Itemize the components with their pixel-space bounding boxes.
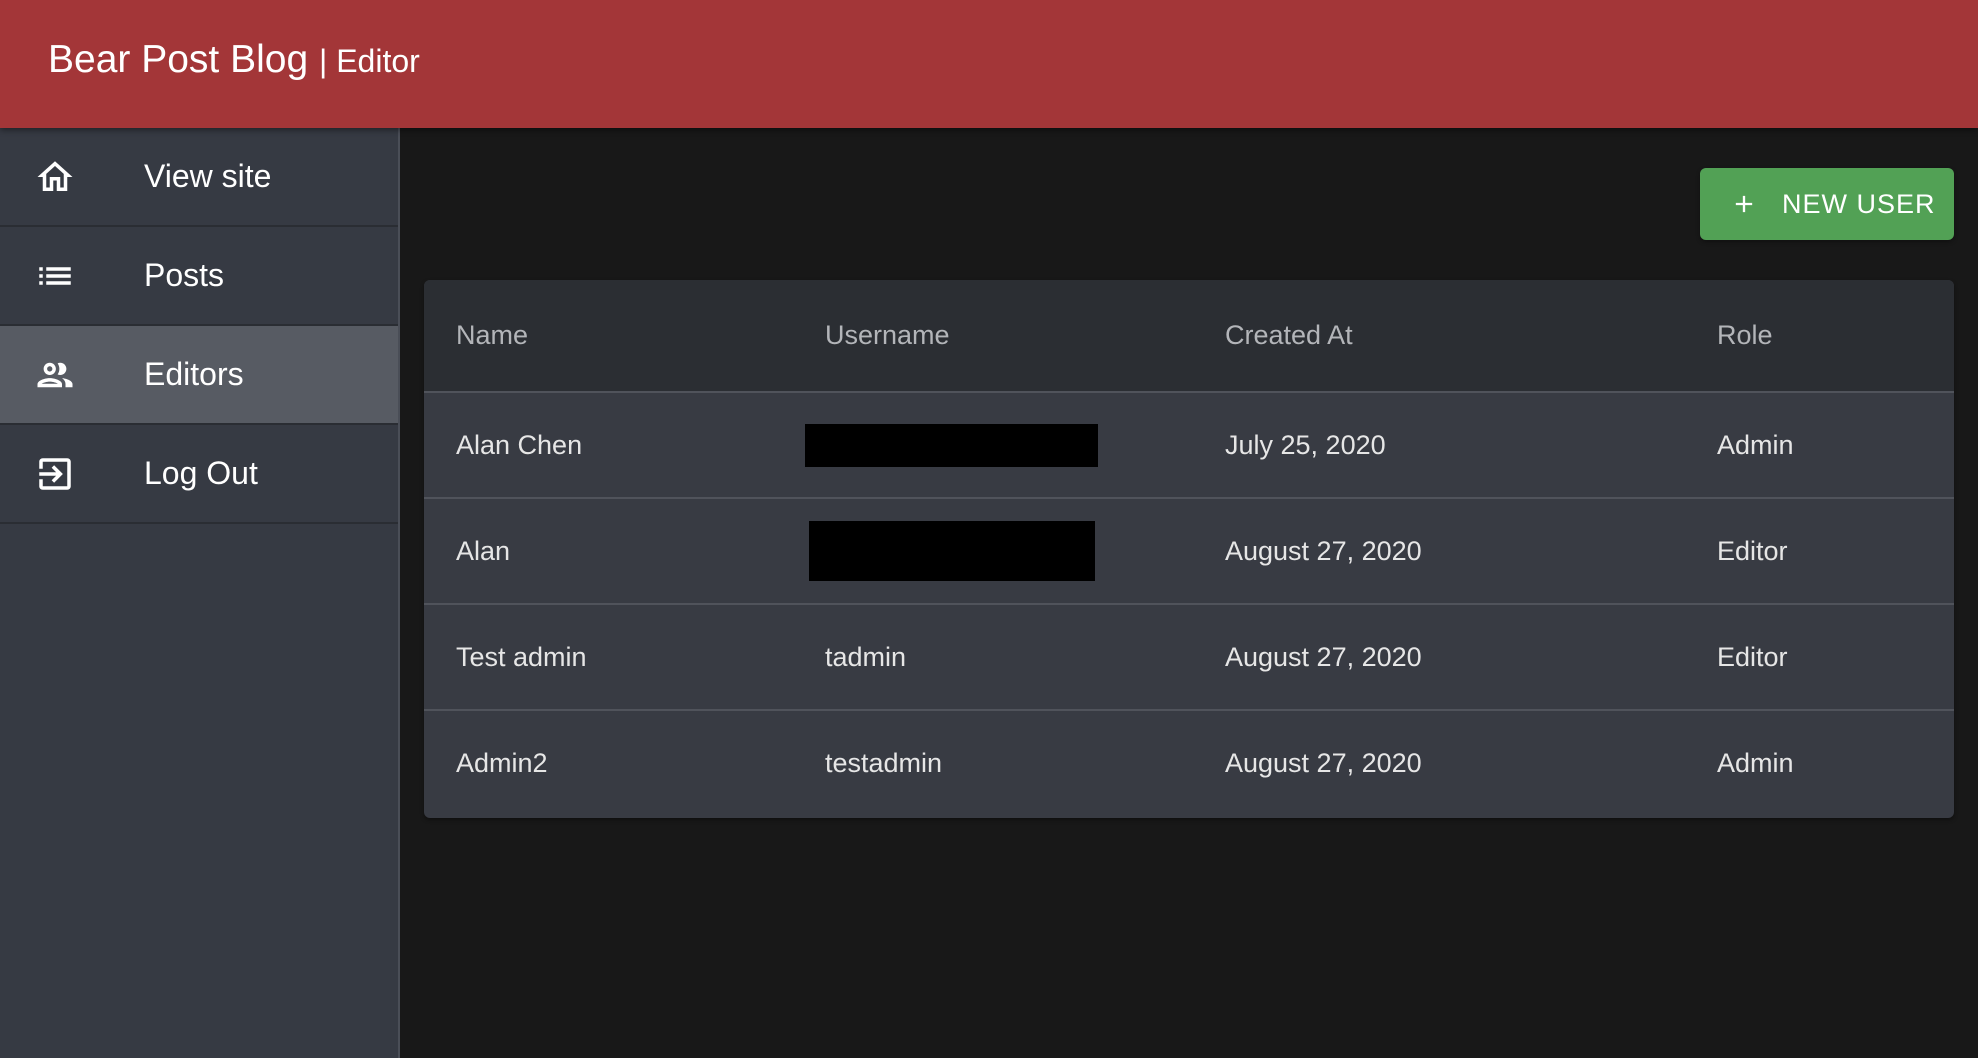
cell-created-at: August 27, 2020 [1225,535,1422,566]
new-user-button[interactable]: NEW USER [1700,168,1954,240]
table-row[interactable]: Test admin tadmin August 27, 2020 Editor [424,604,1954,710]
redaction-box [809,521,1095,581]
cell-name: Alan [456,535,511,566]
logout-icon [34,453,76,495]
cell-role: Editor [1717,641,1788,672]
column-header-role[interactable]: Role [1717,280,1954,392]
app-subtitle: | Editor [319,43,420,79]
column-header-username[interactable]: Username [825,280,1225,392]
table-row[interactable]: Admin2 testadmin August 27, 2020 Admin [424,710,1954,816]
cell-created-at: August 27, 2020 [1225,748,1422,778]
sidebar-item-posts[interactable]: Posts [0,227,398,326]
table-row[interactable]: Alan August 27, 2020 Editor [424,498,1954,604]
cell-role: Admin [1717,429,1794,460]
app-title[interactable]: Bear Post Blog [48,38,308,81]
list-icon [34,255,76,297]
cell-name: Alan Chen [456,429,583,460]
users-table: Name Username Created At Role Alan Chen … [424,280,1954,818]
sidebar-item-log-out[interactable]: Log Out [0,425,398,524]
cell-name: Admin2 [456,748,548,778]
home-icon [34,156,76,198]
cell-created-at: August 27, 2020 [1225,641,1422,672]
cell-role: Admin [1717,748,1794,778]
table-row[interactable]: Alan Chen July 25, 2020 Admin [424,392,1954,498]
sidebar-item-label: Log Out [144,455,258,491]
cell-created-at: July 25, 2020 [1225,429,1386,460]
people-icon [34,354,76,396]
sidebar-item-label: Editors [144,356,244,392]
sidebar-item-view-site[interactable]: View site [0,128,398,227]
cell-username [809,498,1225,604]
table-header-row: Name Username Created At Role [424,280,1954,392]
app-bar: Bear Post Blog | Editor [0,0,1978,128]
sidebar-item-editors[interactable]: Editors [0,326,398,425]
column-header-created-at[interactable]: Created At [1225,280,1717,392]
column-header-name[interactable]: Name [424,280,825,392]
cell-username [805,392,1225,498]
cell-role: Editor [1717,535,1788,566]
sidebar: View site Posts Editors Log Out [0,128,400,1058]
new-user-label: NEW USER [1782,188,1936,219]
cell-username: tadmin [825,641,907,672]
redaction-box [805,423,1098,467]
cell-name: Test admin [456,641,587,672]
brand: Bear Post Blog | Editor [48,38,420,82]
sidebar-item-label: Posts [144,257,225,293]
sidebar-item-label: View site [144,158,272,194]
plus-icon [1730,190,1758,218]
cell-username: testadmin [825,748,943,778]
